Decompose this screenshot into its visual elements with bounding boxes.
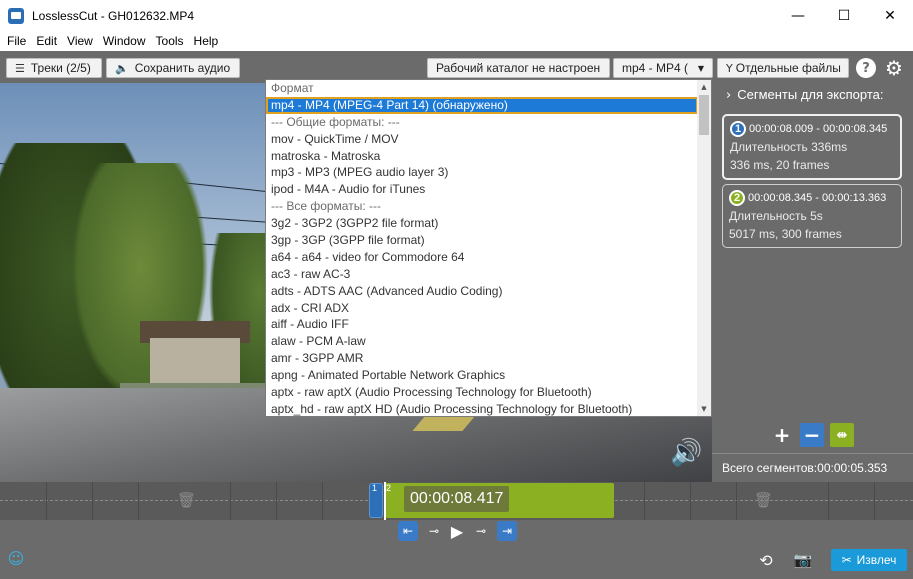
timeline-segment-2-number: 2 <box>386 483 392 493</box>
chevron-right-icon[interactable]: › <box>726 88 731 103</box>
format-dropdown-list[interactable]: Формат mp4 - MP4 (MPEG-4 Part 14) (обнару… <box>265 79 712 417</box>
dropdown-option[interactable]: aiff - Audio IFF <box>266 316 698 333</box>
dropdown-option[interactable]: aptx_hd - raw aptX HD (Audio Processing … <box>266 401 698 416</box>
set-start-icon[interactable]: ⇤ <box>398 521 418 541</box>
dropdown-option[interactable]: ipod - M4A - Audio for iTunes <box>266 181 698 198</box>
dropdown-option[interactable]: 3gp - 3GP (3GPP file format) <box>266 232 698 249</box>
minimize-button[interactable]: — <box>775 0 821 31</box>
jump-end-key-icon[interactable]: ⊸ <box>471 521 491 541</box>
settings-gear-icon[interactable]: ⚙ <box>884 56 904 80</box>
segment-controls: + − ⇼ <box>770 423 854 447</box>
dropdown-group-header: --- Все форматы: --- <box>271 199 381 214</box>
set-end-icon[interactable]: ⇥ <box>497 521 517 541</box>
playhead[interactable] <box>384 482 386 520</box>
trash-icon[interactable]: 🗑 <box>177 491 196 509</box>
close-button[interactable]: ✕ <box>867 0 913 31</box>
dropdown-option[interactable]: mov - QuickTime / MOV <box>266 131 698 148</box>
dropdown-option[interactable]: adx - CRI ADX <box>266 300 698 317</box>
export-button[interactable]: ✂ Извлеч <box>831 549 907 571</box>
segment-detail: 5017 ms, 300 frames <box>729 227 842 241</box>
maximize-button[interactable]: ☐ <box>821 0 867 31</box>
play-icon[interactable]: ▶ <box>447 521 467 541</box>
scroll-up-icon[interactable]: ▲ <box>697 80 711 94</box>
segment-card-1[interactable]: 1 00:00:08.009 - 00:00:08.345 Длительнос… <box>722 114 902 180</box>
volume-icon[interactable]: 🔊 <box>670 438 704 468</box>
trash-icon[interactable]: 🗑 <box>754 491 773 509</box>
dropdown-option[interactable]: matroska - Matroska <box>266 148 698 165</box>
workdir-label: Рабочий каталог не настроен <box>436 61 601 75</box>
rotate-icon[interactable]: ⟲ <box>756 550 776 570</box>
menu-tools[interactable]: Tools <box>151 34 189 48</box>
dropdown-option[interactable]: mp4 - MP4 (MPEG-4 Part 14) (обнаружено) <box>266 96 698 114</box>
dropdown-option[interactable]: 3g2 - 3GP2 (3GPP2 file format) <box>266 215 698 232</box>
menu-edit[interactable]: Edit <box>31 34 62 48</box>
scissors-icon: ✂ <box>841 553 852 567</box>
format-options: Формат mp4 - MP4 (MPEG-4 Part 14) (обнару… <box>266 80 698 416</box>
playback-controls: ⇤ ⊸ ▶ ⊸ ⇥ ☺ ⟲ 📷 ✂ Извлеч <box>0 520 913 579</box>
segment-number: 2 <box>729 190 745 206</box>
segments-panel: › Сегменты для экспорта: 1 00:00:08.009 -… <box>712 83 913 482</box>
timeline-segment-1-number: 1 <box>372 483 378 493</box>
menu-view[interactable]: View <box>62 34 98 48</box>
app-logo-icon <box>8 7 24 24</box>
segment-range: 00:00:08.009 - 00:00:08.345 <box>749 123 888 135</box>
menu-help[interactable]: Help <box>189 34 224 48</box>
save-audio-label: Сохранить аудио <box>134 61 231 75</box>
help-icon[interactable]: ? <box>856 58 876 78</box>
segment-duration: Длительность 5s <box>729 209 823 223</box>
current-time[interactable]: 00:00:08.417 <box>404 486 510 512</box>
segment-range: 00:00:08.345 - 00:00:13.363 <box>748 192 887 204</box>
tracks-label: Треки (2/5) <box>30 61 91 75</box>
dropdown-option[interactable]: amr - 3GPP AMR <box>266 350 698 367</box>
dropdown-option[interactable]: ac3 - raw AC-3 <box>266 266 698 283</box>
format-select[interactable]: mp4 - MP4 ( ▼ <box>613 58 713 78</box>
split-icon: Y <box>726 61 733 75</box>
split-segment-icon[interactable]: ⇼ <box>830 423 854 447</box>
dropdown-group-header: Формат <box>271 81 314 95</box>
scroll-down-icon[interactable]: ▼ <box>697 402 711 416</box>
segment-detail: 336 ms, 20 frames <box>730 158 830 172</box>
export-label: Извлеч <box>856 553 897 567</box>
separate-files-button[interactable]: Y Отдельные файлы <box>717 58 849 78</box>
segment-number: 1 <box>730 121 746 137</box>
dropdown-scrollbar[interactable]: ▲ ▼ <box>697 80 711 416</box>
format-select-value: mp4 - MP4 ( <box>622 61 689 75</box>
dropdown-arrow-icon: ▼ <box>697 63 704 73</box>
dropdown-option[interactable]: a64 - a64 - video for Commodore 64 <box>266 249 698 266</box>
add-segment-icon[interactable]: + <box>770 423 794 447</box>
dropdown-option[interactable]: alaw - PCM A-law <box>266 333 698 350</box>
segment-card-2[interactable]: 2 00:00:08.345 - 00:00:13.363 Длительнос… <box>722 184 902 248</box>
dropdown-option[interactable]: aptx - raw aptX (Audio Processing Techno… <box>266 384 698 401</box>
total-segments: Всего сегментов:00:00:05.353 <box>712 453 913 482</box>
timeline[interactable]: 🗑 🗑 1 2 00:00:08.417 <box>0 482 913 520</box>
dropdown-option[interactable]: mp3 - MP3 (MPEG audio layer 3) <box>266 164 698 181</box>
scroll-thumb[interactable] <box>699 95 709 135</box>
speaker-icon: 🔈 <box>115 61 129 75</box>
separate-files-label: Отдельные файлы <box>735 61 841 75</box>
remove-segment-icon[interactable]: − <box>800 423 824 447</box>
dropdown-option[interactable]: apng - Animated Portable Network Graphic… <box>266 367 698 384</box>
workdir-button[interactable]: Рабочий каталог не настроен <box>427 58 610 78</box>
segment-duration: Длительность 336ms <box>730 140 848 154</box>
dropdown-option[interactable]: adts - ADTS AAC (Advanced Audio Coding) <box>266 283 698 300</box>
person-icon[interactable]: ☺ <box>6 548 26 568</box>
list-icon: ☰ <box>15 61 25 75</box>
save-audio-button[interactable]: 🔈 Сохранить аудио <box>106 58 240 78</box>
menu-window[interactable]: Window <box>98 34 151 48</box>
segments-title: › Сегменты для экспорта: <box>726 87 884 103</box>
window-title: LosslessCut - GH012632.MP4 <box>32 8 195 23</box>
window-controls: — ☐ ✕ <box>775 0 913 31</box>
camera-icon[interactable]: 📷 <box>793 550 813 570</box>
tracks-button[interactable]: ☰ Треки (2/5) <box>6 58 102 78</box>
menu-bar: File Edit View Window Tools Help <box>0 31 913 51</box>
jump-start-key-icon[interactable]: ⊸ <box>424 521 444 541</box>
dropdown-group-header: --- Общие форматы: --- <box>271 114 400 129</box>
menu-file[interactable]: File <box>2 34 31 48</box>
title-bar: LosslessCut - GH012632.MP4 — ☐ ✕ <box>0 0 913 31</box>
